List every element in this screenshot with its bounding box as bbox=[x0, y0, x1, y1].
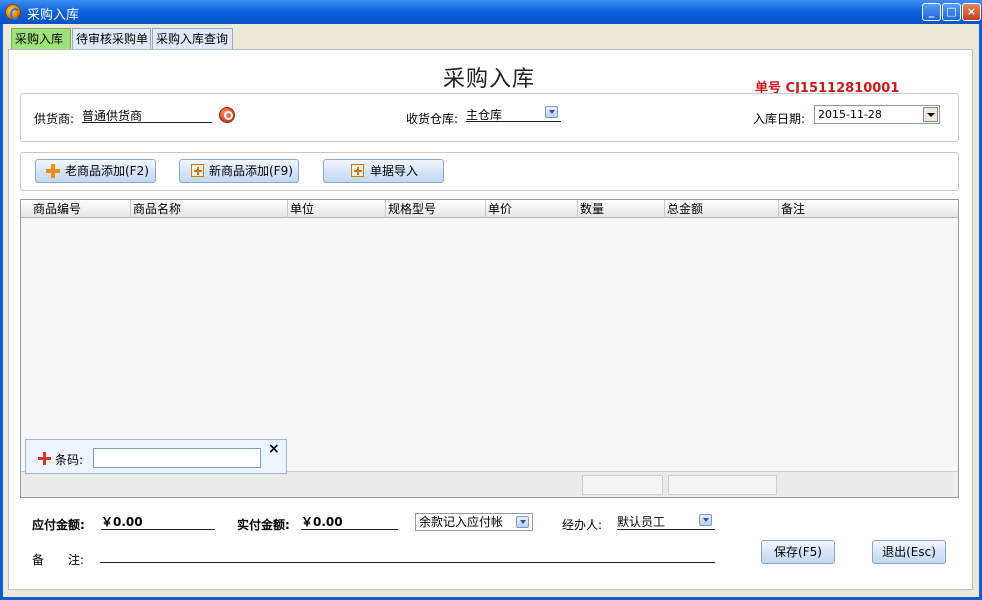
col-unit[interactable]: 单位 bbox=[288, 200, 386, 218]
handler-label: 经办人: bbox=[562, 518, 603, 532]
remark-label: 备 注: bbox=[32, 553, 85, 567]
maximize-button[interactable]: □ bbox=[942, 3, 961, 21]
tab-inbound-query[interactable]: 采购入库查询 bbox=[152, 28, 233, 49]
supplier-field[interactable]: 普通供货商 bbox=[82, 107, 212, 123]
remark-underline bbox=[100, 562, 715, 563]
payable-label: 应付金额: bbox=[32, 518, 85, 532]
col-unit-price[interactable]: 单价 bbox=[486, 200, 578, 218]
barcode-label: 条码: bbox=[55, 453, 84, 467]
exit-button[interactable]: 退出(Esc) bbox=[872, 540, 946, 564]
barcode-close-button[interactable]: × bbox=[268, 441, 280, 457]
col-spec[interactable]: 规格型号 bbox=[386, 200, 486, 218]
supplier-lookup-icon[interactable] bbox=[219, 107, 235, 123]
import-icon bbox=[351, 164, 364, 177]
app-icon bbox=[5, 4, 21, 20]
toolbar-group bbox=[20, 152, 959, 191]
paid-label: 实付金额: bbox=[237, 518, 290, 532]
minimize-button[interactable]: _ bbox=[922, 3, 941, 21]
col-quantity[interactable]: 数量 bbox=[578, 200, 665, 218]
warehouse-dropdown-icon[interactable] bbox=[545, 106, 558, 118]
tab-purchase-inbound[interactable]: 采购入库 bbox=[11, 28, 71, 49]
remark-input[interactable] bbox=[100, 545, 715, 562]
col-product-code[interactable]: 商品编号 bbox=[31, 200, 131, 218]
import-document-button[interactable]: 单据导入 bbox=[323, 159, 444, 183]
summary-quantity bbox=[582, 475, 663, 495]
col-remark[interactable]: 备注 bbox=[779, 200, 958, 218]
grid-header: 商品编号 商品名称 单位 规格型号 单价 数量 总金额 备注 bbox=[21, 200, 958, 218]
title-bar: 采购入库 _ □ × bbox=[0, 0, 982, 24]
plus-icon bbox=[46, 164, 60, 178]
page-title: 采购入库 bbox=[443, 67, 536, 92]
date-picker[interactable]: 2015-11-28 bbox=[814, 105, 940, 124]
move-icon[interactable] bbox=[38, 452, 51, 465]
date-value: 2015-11-28 bbox=[818, 108, 882, 121]
payable-amount: ￥0.00 bbox=[101, 513, 215, 530]
close-button[interactable]: × bbox=[962, 3, 981, 21]
summary-total bbox=[668, 475, 777, 495]
grid-summary-row bbox=[21, 471, 958, 497]
warehouse-label: 收货仓库: bbox=[406, 112, 459, 126]
handler-dropdown-icon[interactable] bbox=[699, 514, 712, 526]
tab-pending-review[interactable]: 待审核采购单 bbox=[72, 28, 151, 49]
add-new-product-button[interactable]: 新商品添加(F9) bbox=[179, 159, 299, 183]
paid-amount-field[interactable]: ￥0.00 bbox=[301, 513, 398, 530]
window-title: 采购入库 bbox=[27, 8, 80, 23]
add-box-icon bbox=[191, 164, 204, 177]
add-old-product-button[interactable]: 老商品添加(F2) bbox=[35, 159, 156, 183]
balance-mode-dropdown-icon[interactable] bbox=[516, 516, 529, 528]
save-button[interactable]: 保存(F5) bbox=[761, 540, 835, 564]
col-total[interactable]: 总金额 bbox=[665, 200, 779, 218]
supplier-label: 供货商: bbox=[34, 112, 75, 126]
barcode-input[interactable] bbox=[93, 448, 261, 468]
col-product-name[interactable]: 商品名称 bbox=[131, 200, 288, 218]
barcode-panel: 条码: × bbox=[25, 439, 287, 474]
date-label: 入库日期: bbox=[753, 112, 806, 126]
date-dropdown-icon[interactable] bbox=[923, 107, 938, 122]
